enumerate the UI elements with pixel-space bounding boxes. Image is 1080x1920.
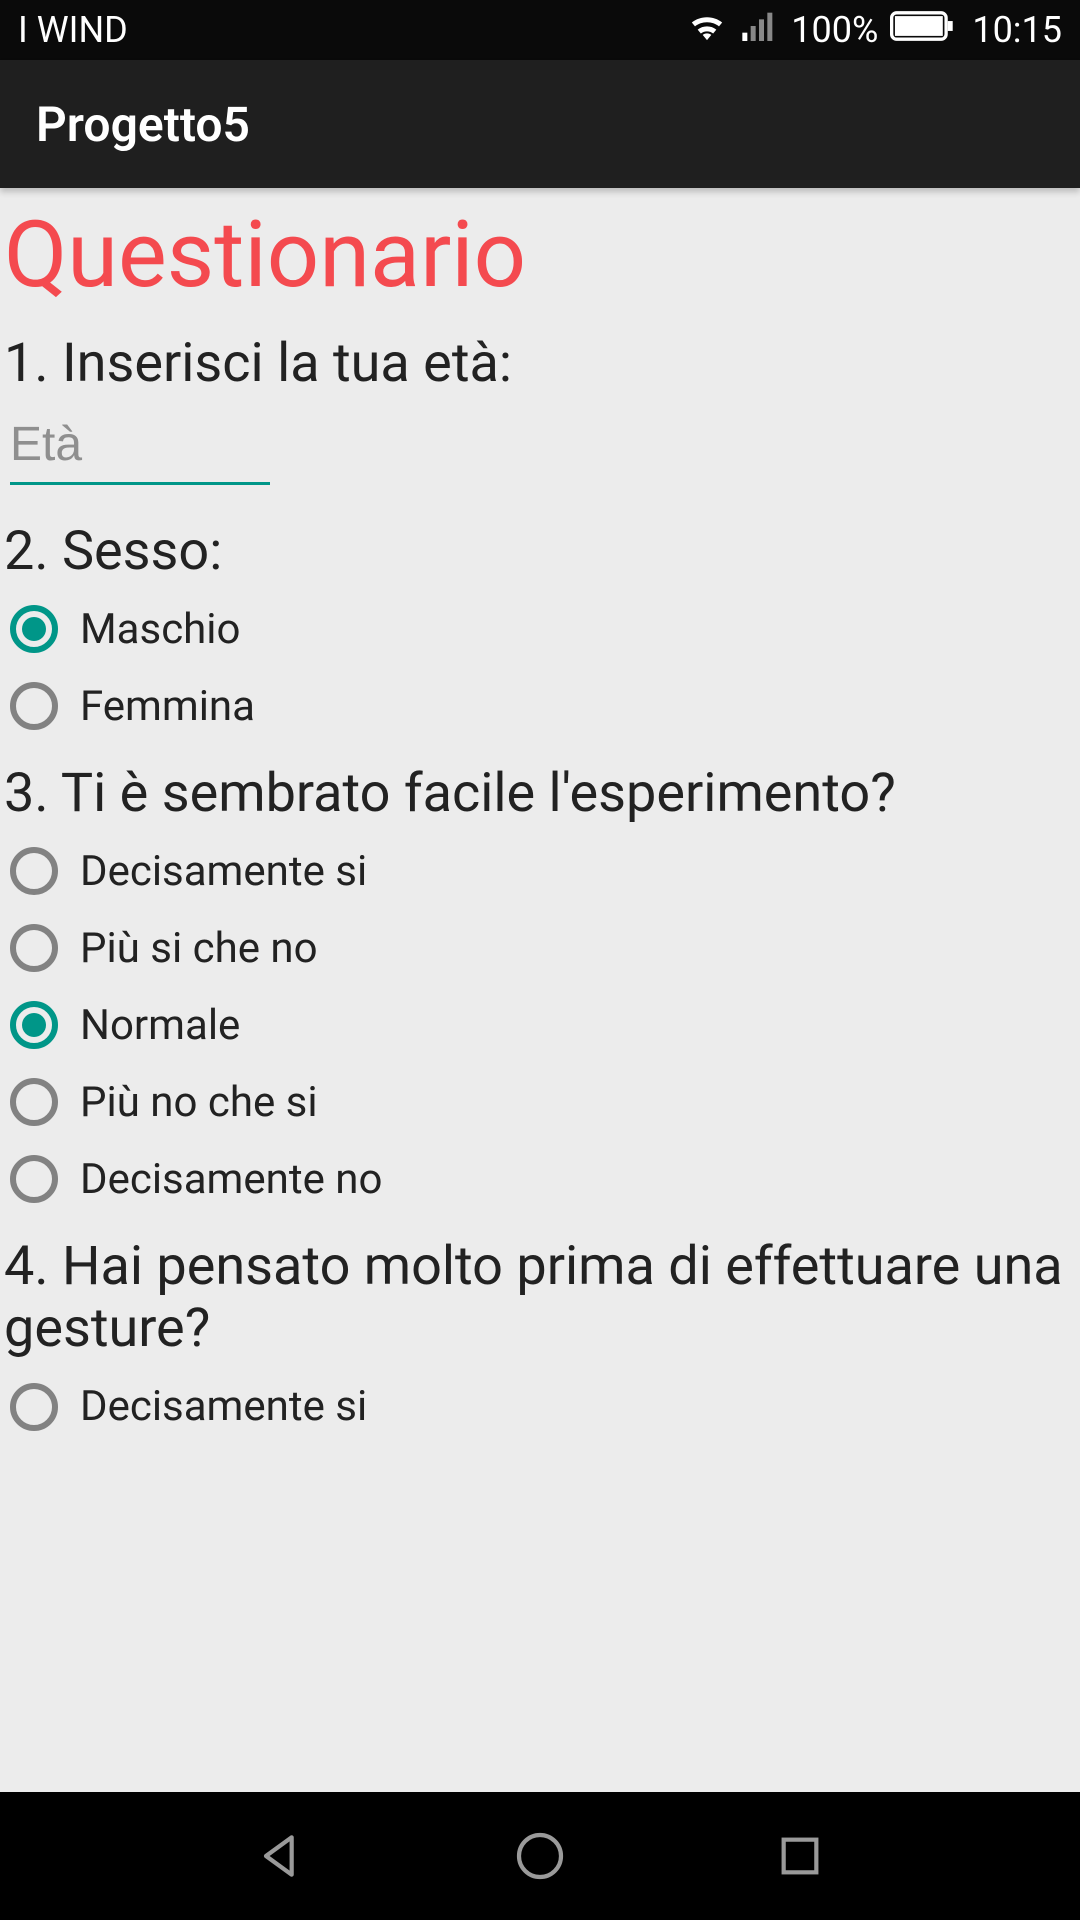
signal-icon xyxy=(739,9,779,52)
age-input[interactable] xyxy=(10,411,270,485)
page-title: Questionario xyxy=(0,208,1080,315)
radio-q3-option-1[interactable]: Più si che no xyxy=(0,910,1080,987)
battery-icon xyxy=(890,9,956,52)
question-3-label: 3. Ti è sembrato facile l'esperimento? xyxy=(0,745,1080,833)
radio-q3-option-3[interactable]: Più no che si xyxy=(0,1064,1080,1141)
recent-apps-button[interactable] xyxy=(772,1828,828,1884)
content-area[interactable]: Questionario 1. Inserisci la tua età: 2.… xyxy=(0,188,1080,1792)
wifi-icon xyxy=(687,9,727,52)
radio-q2-option-1[interactable]: Femmina xyxy=(0,668,1080,745)
question-1-input-row xyxy=(0,403,1080,503)
radio-q4-option-0[interactable]: Decisamente si xyxy=(0,1368,1080,1445)
status-bar: I WIND 100% 10:15 xyxy=(0,0,1080,60)
question-1-label: 1. Inserisci la tua età: xyxy=(0,315,1080,403)
radio-button-icon xyxy=(10,1001,58,1049)
radio-q3-option-2[interactable]: Normale xyxy=(0,987,1080,1064)
radio-label: Normale xyxy=(80,1001,240,1050)
back-button[interactable] xyxy=(252,1828,308,1884)
navigation-bar xyxy=(0,1792,1080,1920)
carrier-label: I WIND xyxy=(18,9,128,51)
radio-q3-option-4[interactable]: Decisamente no xyxy=(0,1141,1080,1218)
radio-button-icon xyxy=(10,605,58,653)
radio-button-icon xyxy=(10,1383,58,1431)
radio-label: Decisamente si xyxy=(80,847,367,896)
radio-label: Maschio xyxy=(80,605,240,654)
question-2-label: 2. Sesso: xyxy=(0,503,1080,591)
radio-button-icon xyxy=(10,682,58,730)
radio-button-icon xyxy=(10,1155,58,1203)
battery-percent-label: 100% xyxy=(791,9,878,51)
radio-label: Decisamente no xyxy=(80,1155,382,1204)
radio-label: Decisamente si xyxy=(80,1382,367,1431)
status-right: 100% 10:15 xyxy=(687,9,1062,52)
radio-q3-option-0[interactable]: Decisamente si xyxy=(0,833,1080,910)
app-title: Progetto5 xyxy=(36,96,250,153)
radio-button-icon xyxy=(10,847,58,895)
clock-label: 10:15 xyxy=(972,9,1062,51)
radio-button-icon xyxy=(10,924,58,972)
app-bar: Progetto5 xyxy=(0,60,1080,188)
radio-label: Più si che no xyxy=(80,924,318,973)
radio-q2-option-0[interactable]: Maschio xyxy=(0,591,1080,668)
question-4-label: 4. Hai pensato molto prima di effettuare… xyxy=(0,1218,1080,1368)
radio-label: Più no che si xyxy=(80,1078,318,1127)
status-left: I WIND xyxy=(18,9,128,51)
home-button[interactable] xyxy=(512,1828,568,1884)
radio-label: Femmina xyxy=(80,682,255,731)
radio-button-icon xyxy=(10,1078,58,1126)
